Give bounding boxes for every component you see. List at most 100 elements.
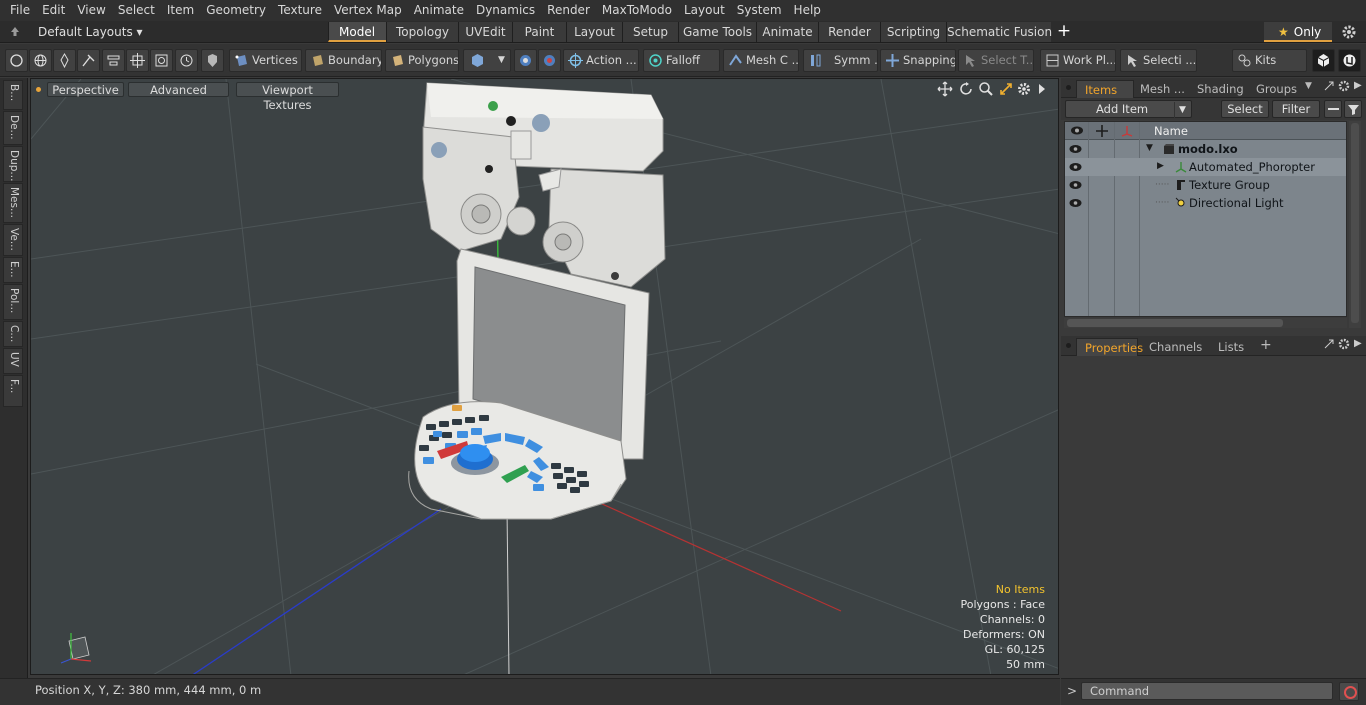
viewport-textures-button[interactable]: Viewport Textures <box>236 82 339 112</box>
visibility-eye-icon[interactable] <box>1069 179 1082 191</box>
menu-dynamics[interactable]: Dynamics <box>470 0 541 21</box>
vertices-button[interactable]: Vertices <box>229 49 302 72</box>
tab-render[interactable]: Render <box>818 22 880 42</box>
maximize-panel-icon[interactable] <box>1323 80 1335 92</box>
scrollbar-thumb[interactable] <box>1351 123 1359 323</box>
add-tab-button[interactable]: + <box>1056 21 1072 43</box>
panel-gear-icon[interactable] <box>1337 79 1351 93</box>
menu-vertex-map[interactable]: Vertex Map <box>328 0 408 21</box>
menu-view[interactable]: View <box>71 0 111 21</box>
default-layouts-dropdown[interactable]: Default Layouts ▾ <box>38 21 143 43</box>
tab-layout[interactable]: Layout <box>566 22 622 42</box>
tab-model[interactable]: Model <box>328 22 386 42</box>
only-toggle[interactable]: ★ Only <box>1264 22 1332 42</box>
layouts-up-icon[interactable] <box>10 26 20 37</box>
brush-button[interactable] <box>77 49 100 72</box>
vtab-polygon[interactable]: Pol... <box>3 284 23 320</box>
symmetry-x-button[interactable] <box>514 49 537 72</box>
globe-button[interactable] <box>29 49 52 72</box>
mesh-constraint-button[interactable]: Mesh C ... <box>723 49 799 72</box>
menu-help[interactable]: Help <box>788 0 827 21</box>
panel-gear-icon[interactable] <box>1337 337 1351 351</box>
align-button[interactable] <box>102 49 125 72</box>
panel-menu-dot[interactable] <box>1066 343 1071 348</box>
name-column-header[interactable]: Name <box>1154 122 1188 140</box>
add-tab-icon[interactable]: + <box>1260 337 1272 353</box>
menu-render[interactable]: Render <box>541 0 596 21</box>
collapse-button[interactable] <box>1324 100 1342 118</box>
rotate-view-icon[interactable] <box>958 81 974 97</box>
pen-tool-button[interactable] <box>53 49 76 72</box>
3d-viewport[interactable]: Perspective Advanced Viewport Textures N… <box>30 78 1059 675</box>
vtab-deform[interactable]: De... <box>3 111 23 145</box>
vtab-mesh-edit[interactable]: Mes... <box>3 183 23 223</box>
snapping-button[interactable]: Snapping <box>880 49 956 72</box>
frame-button[interactable] <box>150 49 173 72</box>
kits-button[interactable]: Kits <box>1232 49 1307 72</box>
vtab-uv[interactable]: UV <box>3 348 23 374</box>
record-macro-button[interactable] <box>1339 682 1359 701</box>
tree-row-scene[interactable]: ▼ modo.lxo <box>1065 140 1346 158</box>
select-through-button[interactable]: Select T... <box>958 49 1034 72</box>
vtab-duplicate[interactable]: Dup... <box>3 146 23 182</box>
center-button[interactable] <box>126 49 149 72</box>
move-view-icon[interactable] <box>937 81 953 97</box>
action-center-button[interactable]: Action ... <box>563 49 639 72</box>
tree-row-mesh[interactable]: ▶ Automated_Phoropter <box>1065 158 1346 176</box>
fit-view-icon[interactable] <box>998 81 1014 97</box>
tab-game-tools[interactable]: Game Tools <box>678 22 756 42</box>
viewport-gear-icon[interactable] <box>1016 81 1032 97</box>
panel-expand-icon[interactable]: ▶ <box>1354 80 1362 91</box>
tab-shading[interactable]: Shading <box>1189 80 1252 98</box>
menu-maxtomodo[interactable]: MaxToModo <box>596 0 678 21</box>
tab-items[interactable]: Items <box>1076 80 1134 98</box>
perspective-button[interactable]: Perspective <box>47 82 124 97</box>
menu-layout[interactable]: Layout <box>678 0 731 21</box>
tab-topology[interactable]: Topology <box>386 22 458 42</box>
viewport-menu-dot[interactable] <box>36 87 41 92</box>
select-button[interactable]: Select <box>1221 100 1269 118</box>
menu-select[interactable]: Select <box>112 0 161 21</box>
vtab-basic[interactable]: B... <box>3 80 23 110</box>
boundary-button[interactable]: Boundary <box>305 49 382 72</box>
filter-button[interactable]: Filter <box>1272 100 1320 118</box>
symmetry-button[interactable]: Symm ... <box>803 49 878 72</box>
vtab-vertex[interactable]: Ve... <box>3 224 23 256</box>
falloff-button[interactable]: Falloff <box>643 49 720 72</box>
menu-item[interactable]: Item <box>161 0 200 21</box>
tab-paint[interactable]: Paint <box>512 22 566 42</box>
command-input[interactable] <box>1081 682 1333 700</box>
material-mode-button[interactable]: ▼ <box>463 49 511 72</box>
menu-system[interactable]: System <box>731 0 788 21</box>
tab-properties[interactable]: Properties <box>1076 338 1143 356</box>
tree-horizontal-scrollbar[interactable] <box>1064 318 1347 328</box>
tab-schematic-fusion[interactable]: Schematic Fusion <box>946 22 1052 42</box>
filter-funnel-button[interactable] <box>1344 100 1362 118</box>
vtab-curve[interactable]: C... <box>3 321 23 347</box>
tab-animate[interactable]: Animate <box>756 22 818 42</box>
menu-file[interactable]: File <box>0 0 36 21</box>
menu-geometry[interactable]: Geometry <box>200 0 272 21</box>
tab-mesh-ops[interactable]: Mesh ... <box>1132 80 1193 98</box>
unreal-button[interactable] <box>1338 49 1361 72</box>
tab-groups[interactable]: Groups <box>1248 80 1305 98</box>
visibility-eye-icon[interactable] <box>1069 197 1082 209</box>
panel-expand-icon[interactable]: ▶ <box>1354 338 1362 349</box>
tab-channels[interactable]: Channels <box>1141 338 1210 356</box>
tree-row-light[interactable]: ····· Directional Light <box>1065 194 1346 212</box>
zoom-view-icon[interactable] <box>978 81 994 97</box>
tab-lists[interactable]: Lists <box>1210 338 1252 356</box>
tab-uvedit[interactable]: UVEdit <box>458 22 512 42</box>
item-mode-button[interactable] <box>201 49 224 72</box>
select-mode-auto-button[interactable] <box>5 49 28 72</box>
unity-button[interactable] <box>1312 49 1335 72</box>
vtab-edge[interactable]: E... <box>3 257 23 283</box>
tab-scripting[interactable]: Scripting <box>880 22 946 42</box>
clock-button[interactable] <box>175 49 198 72</box>
visibility-eye-icon[interactable] <box>1069 161 1082 173</box>
tree-row-texture-group[interactable]: ····· Texture Group <box>1065 176 1346 194</box>
menu-texture[interactable]: Texture <box>272 0 328 21</box>
selection-sets-button[interactable]: Selecti ... <box>1120 49 1197 72</box>
polygons-button[interactable]: Polygons <box>385 49 459 72</box>
vtab-fusion[interactable]: F... <box>3 375 23 407</box>
